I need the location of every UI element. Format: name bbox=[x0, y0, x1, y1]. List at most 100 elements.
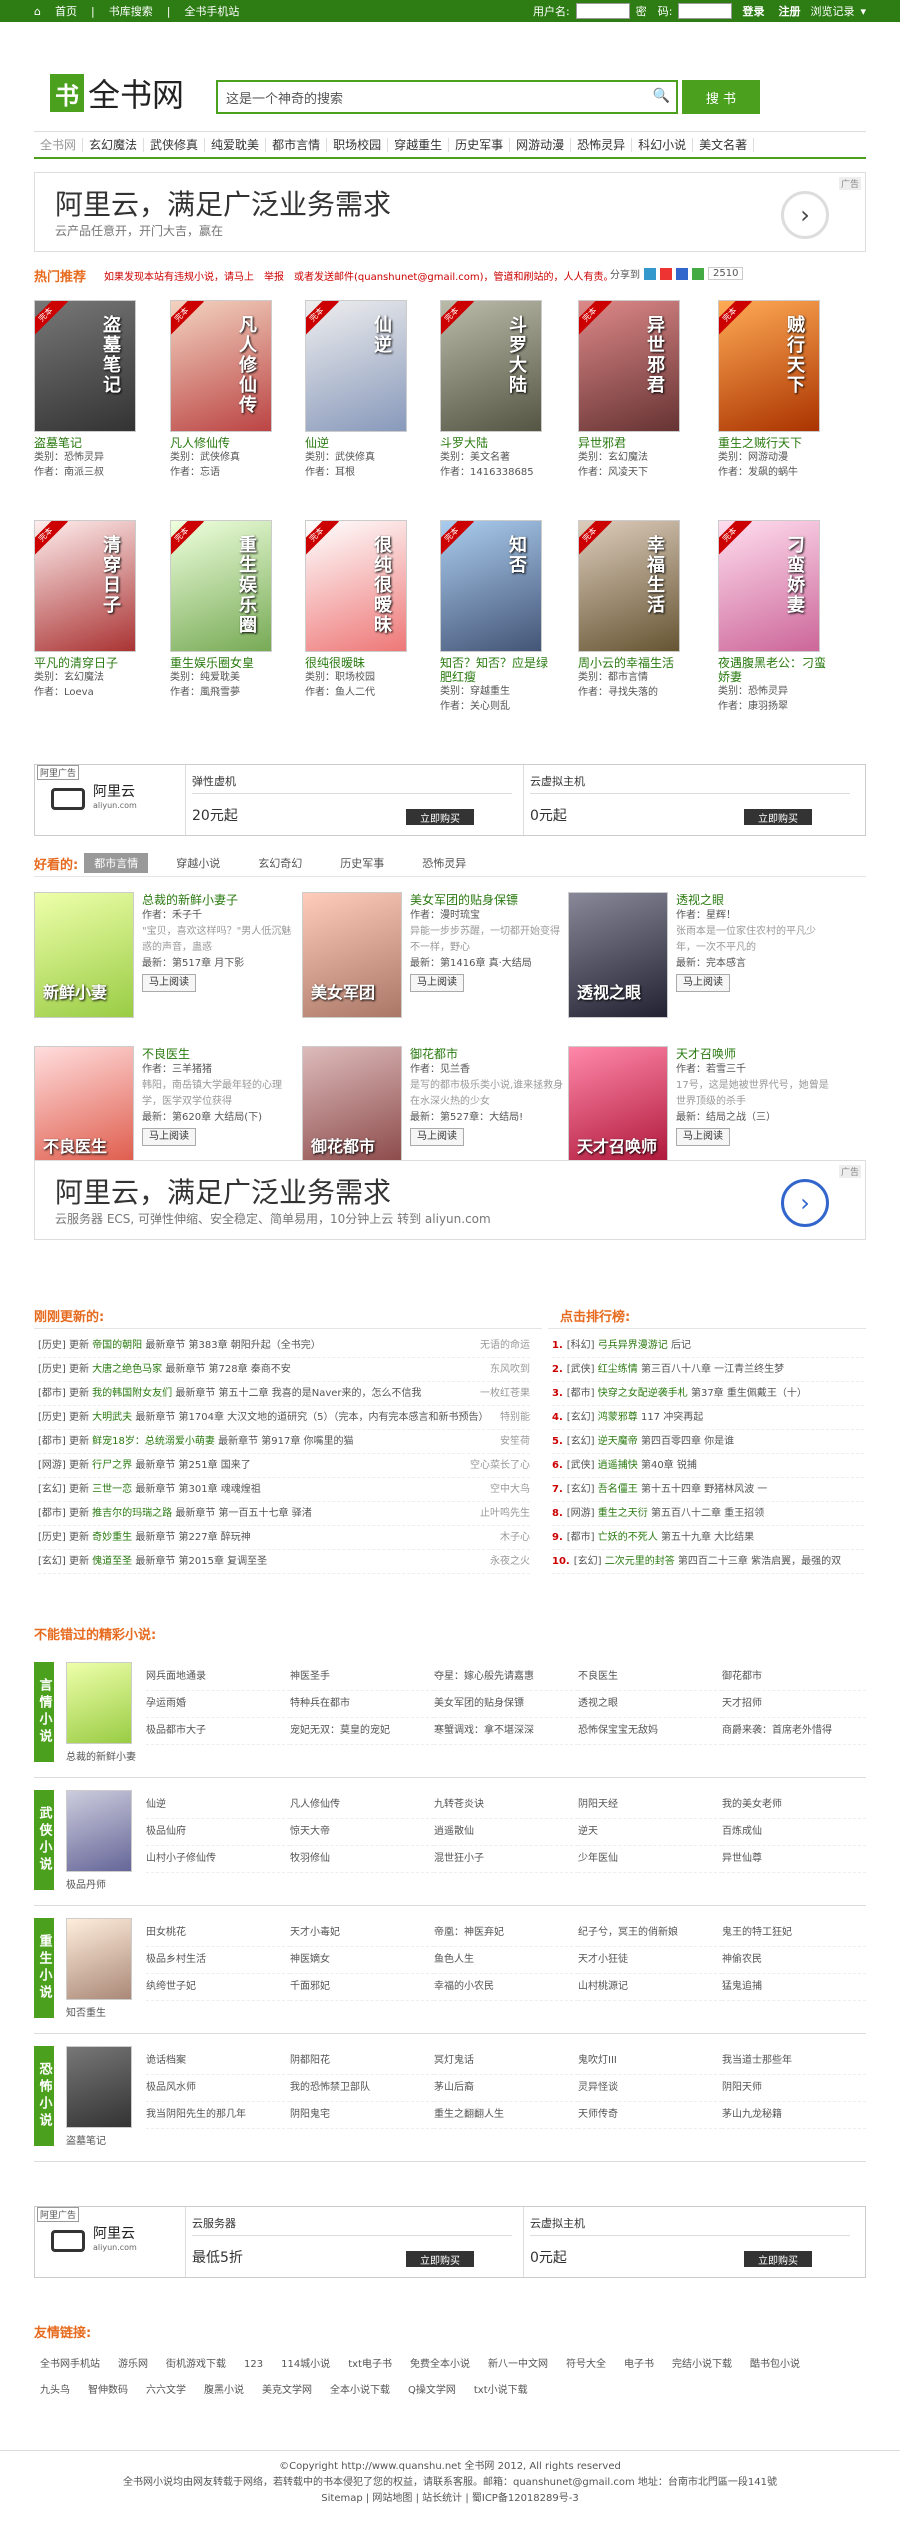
row-chapter[interactable]: 第37章 重生佩戴王（十） bbox=[691, 1388, 807, 1399]
tab-kongbu[interactable]: 恐怖灵异 bbox=[412, 853, 476, 873]
book-title[interactable]: 盗墓笔记 bbox=[34, 436, 144, 450]
tab-xuanhuan[interactable]: 玄幻奇幻 bbox=[248, 853, 312, 873]
row-category[interactable]: [都市] bbox=[38, 1388, 66, 1399]
row-book-title[interactable]: 吾名僵王 bbox=[598, 1484, 638, 1495]
category-book-link[interactable]: 灵异怪谈 bbox=[578, 2075, 722, 2102]
site-logo[interactable]: 书 全书网 bbox=[50, 70, 184, 116]
category-book-link[interactable]: 阴阳天师 bbox=[722, 2075, 866, 2102]
book-cover[interactable]: 完本 异世邪君 bbox=[578, 300, 680, 432]
category-book-link[interactable]: 茅山九龙秘籍 bbox=[722, 2102, 866, 2129]
category-book-link[interactable]: 阴阳鬼宅 bbox=[290, 2102, 434, 2129]
share-qzone-icon[interactable] bbox=[644, 267, 656, 280]
category-cover-title[interactable]: 极品丹师 bbox=[66, 1876, 106, 1891]
chevron-right-icon[interactable]: › bbox=[781, 1179, 829, 1227]
buy-button[interactable]: 立即购买 bbox=[406, 2251, 474, 2267]
category-book-link[interactable]: 纨绔世子妃 bbox=[146, 1974, 290, 2001]
category-book-link[interactable]: 极品仙府 bbox=[146, 1819, 290, 1846]
row-book-title[interactable]: 大唐之绝色马家 bbox=[92, 1364, 162, 1375]
category-book-link[interactable]: 逍遥散仙 bbox=[434, 1819, 578, 1846]
row-book-title[interactable]: 傀道至圣 bbox=[92, 1556, 132, 1567]
nav-item[interactable]: 历史军事 bbox=[449, 137, 511, 152]
row-chapter[interactable]: 最新章节 第五十二章 我喜的是Naver来的，怎么不信我 bbox=[175, 1388, 421, 1399]
category-book-link[interactable]: 极品都市大子 bbox=[146, 1718, 290, 1745]
share-tencent-icon[interactable] bbox=[676, 267, 688, 280]
category-book-link[interactable]: 阴都阳花 bbox=[290, 2048, 434, 2075]
row-chapter[interactable]: 最新章节 第917章 你嘴里的猫 bbox=[218, 1436, 353, 1447]
friend-link[interactable]: 九头鸟 bbox=[40, 2378, 70, 2404]
category-book-link[interactable]: 帝凰：神医弃妃 bbox=[434, 1920, 578, 1947]
row-chapter[interactable]: 第五十九章 大比结果 bbox=[661, 1532, 754, 1543]
book-cover[interactable]: 完本 贼行天下 bbox=[718, 300, 820, 432]
category-book-link[interactable]: 极品乡村生活 bbox=[146, 1947, 290, 1974]
book-title[interactable]: 仙逆 bbox=[305, 436, 415, 450]
category-book-link[interactable]: 凡人修仙传 bbox=[290, 1792, 434, 1819]
category-cover-title[interactable]: 盗墓笔记 bbox=[66, 2132, 106, 2147]
row-book-title[interactable]: 亡妖的不死人 bbox=[598, 1532, 658, 1543]
category-book-link[interactable]: 仙逆 bbox=[146, 1792, 290, 1819]
tab-lishi[interactable]: 历史军事 bbox=[330, 853, 394, 873]
row-category[interactable]: [都市] bbox=[567, 1388, 595, 1399]
book-cover[interactable]: 完本 刁蛮娇妻 bbox=[718, 520, 820, 652]
row-chapter[interactable]: 最新章节 第251章 国来了 bbox=[135, 1460, 250, 1471]
category-book-link[interactable]: 天才小狂徒 bbox=[578, 1947, 722, 1974]
book-cover[interactable]: 完本 重生娱乐圈 bbox=[170, 520, 272, 652]
category-book-link[interactable]: 千面邪妃 bbox=[290, 1974, 434, 2001]
category-book-link[interactable]: 透视之眼 bbox=[578, 1691, 722, 1718]
ad-banner[interactable]: 阿里云，满足广泛业务需求 云服务器 ECS, 可弹性伸缩、安全稳定、简单易用，1… bbox=[34, 1160, 866, 1240]
row-category[interactable]: [历史] bbox=[38, 1412, 66, 1423]
read-now-button[interactable]: 马上阅读 bbox=[142, 974, 196, 992]
nav-item[interactable]: 穿越重生 bbox=[388, 137, 450, 152]
row-chapter[interactable]: 117 冲突再起 bbox=[641, 1412, 703, 1423]
latest-chapter[interactable]: 最新：完本感言 bbox=[676, 956, 832, 972]
friend-link[interactable]: 符号大全 bbox=[566, 2352, 606, 2378]
aliyun-ad[interactable]: 阿里广告 阿里云 aliyun.com 云服务器 最低5折 立即购买 云虚拟主机 … bbox=[34, 2206, 866, 2278]
latest-chapter[interactable]: 最新：第1416章 真·大结局 bbox=[410, 956, 566, 972]
nav-item[interactable]: 纯爱耽美 bbox=[205, 137, 267, 152]
book-cover[interactable]: 透视之眼 bbox=[568, 892, 668, 1018]
nav-item[interactable]: 美文名著 bbox=[693, 137, 755, 152]
category-book-link[interactable]: 神医嫡女 bbox=[290, 1947, 434, 1974]
category-cover[interactable] bbox=[66, 1662, 132, 1744]
login-button[interactable]: 登录 bbox=[738, 3, 768, 19]
row-book-title[interactable]: 鸿蒙邪尊 bbox=[598, 1412, 638, 1423]
friend-link[interactable]: 游乐网 bbox=[118, 2352, 148, 2378]
book-title[interactable]: 重生娱乐圈女皇 bbox=[170, 656, 280, 670]
category-book-link[interactable]: 网兵面地通录 bbox=[146, 1664, 290, 1691]
friend-link[interactable]: 六六文学 bbox=[146, 2378, 186, 2404]
category-book-link[interactable]: 天才小毒妃 bbox=[290, 1920, 434, 1947]
category-book-link[interactable]: 猛鬼追捕 bbox=[722, 1974, 866, 2001]
search-button[interactable]: 搜 书 bbox=[682, 80, 760, 114]
friend-link[interactable]: 街机游戏下载 bbox=[166, 2352, 226, 2378]
book-cover[interactable]: 完本 清穿日子 bbox=[34, 520, 136, 652]
book-cover[interactable]: 美女军团 bbox=[302, 892, 402, 1018]
row-book-title[interactable]: 推吉尔的玛瑞之路 bbox=[92, 1508, 172, 1519]
friend-link[interactable]: 123 bbox=[244, 2352, 263, 2378]
row-category[interactable]: [网游] bbox=[38, 1460, 66, 1471]
book-cover[interactable]: 完本 知否 bbox=[440, 520, 542, 652]
category-book-link[interactable]: 幸福的小农民 bbox=[434, 1974, 578, 2001]
row-chapter[interactable]: 最新章节 第2015章 复调至圣 bbox=[135, 1556, 267, 1567]
row-category[interactable]: [都市] bbox=[38, 1436, 66, 1447]
home-link[interactable]: 首页 bbox=[55, 3, 77, 19]
mobile-link[interactable]: 全书手机站 bbox=[184, 3, 239, 19]
category-book-link[interactable]: 鱼色人生 bbox=[434, 1947, 578, 1974]
friend-link[interactable]: 完结小说下载 bbox=[672, 2352, 732, 2378]
book-title[interactable]: 平凡的清穿日子 bbox=[34, 656, 144, 670]
nav-item[interactable]: 恐怖灵异 bbox=[571, 137, 633, 152]
row-book-title[interactable]: 三世一恋 bbox=[92, 1484, 132, 1495]
category-book-link[interactable]: 神医圣手 bbox=[290, 1664, 434, 1691]
row-category[interactable]: [历史] bbox=[38, 1532, 66, 1543]
book-cover[interactable]: 完本 凡人修仙传 bbox=[170, 300, 272, 432]
tab-chuanyue[interactable]: 穿越小说 bbox=[166, 853, 230, 873]
book-title[interactable]: 异世邪君 bbox=[578, 436, 688, 450]
share-renren-icon[interactable] bbox=[692, 267, 704, 280]
row-chapter[interactable]: 最新章节 第301章 魂魂煌祖 bbox=[135, 1484, 260, 1495]
shelf-link[interactable]: 书库搜索 bbox=[109, 3, 153, 19]
row-book-title[interactable]: 鲜宠18岁：总统溺爱小萌妻 bbox=[92, 1436, 215, 1447]
row-chapter[interactable]: 第四百二十三章 紫浩启翼，最强的双 bbox=[678, 1556, 841, 1567]
row-chapter[interactable]: 第十五十四章 野猪林风波 一 bbox=[641, 1484, 767, 1495]
category-book-link[interactable]: 百炼成仙 bbox=[722, 1819, 866, 1846]
row-category[interactable]: [玄幻] bbox=[38, 1484, 66, 1495]
category-book-link[interactable]: 混世狂小子 bbox=[434, 1846, 578, 1873]
category-book-link[interactable]: 我当阴阳先生的那几年 bbox=[146, 2102, 290, 2129]
